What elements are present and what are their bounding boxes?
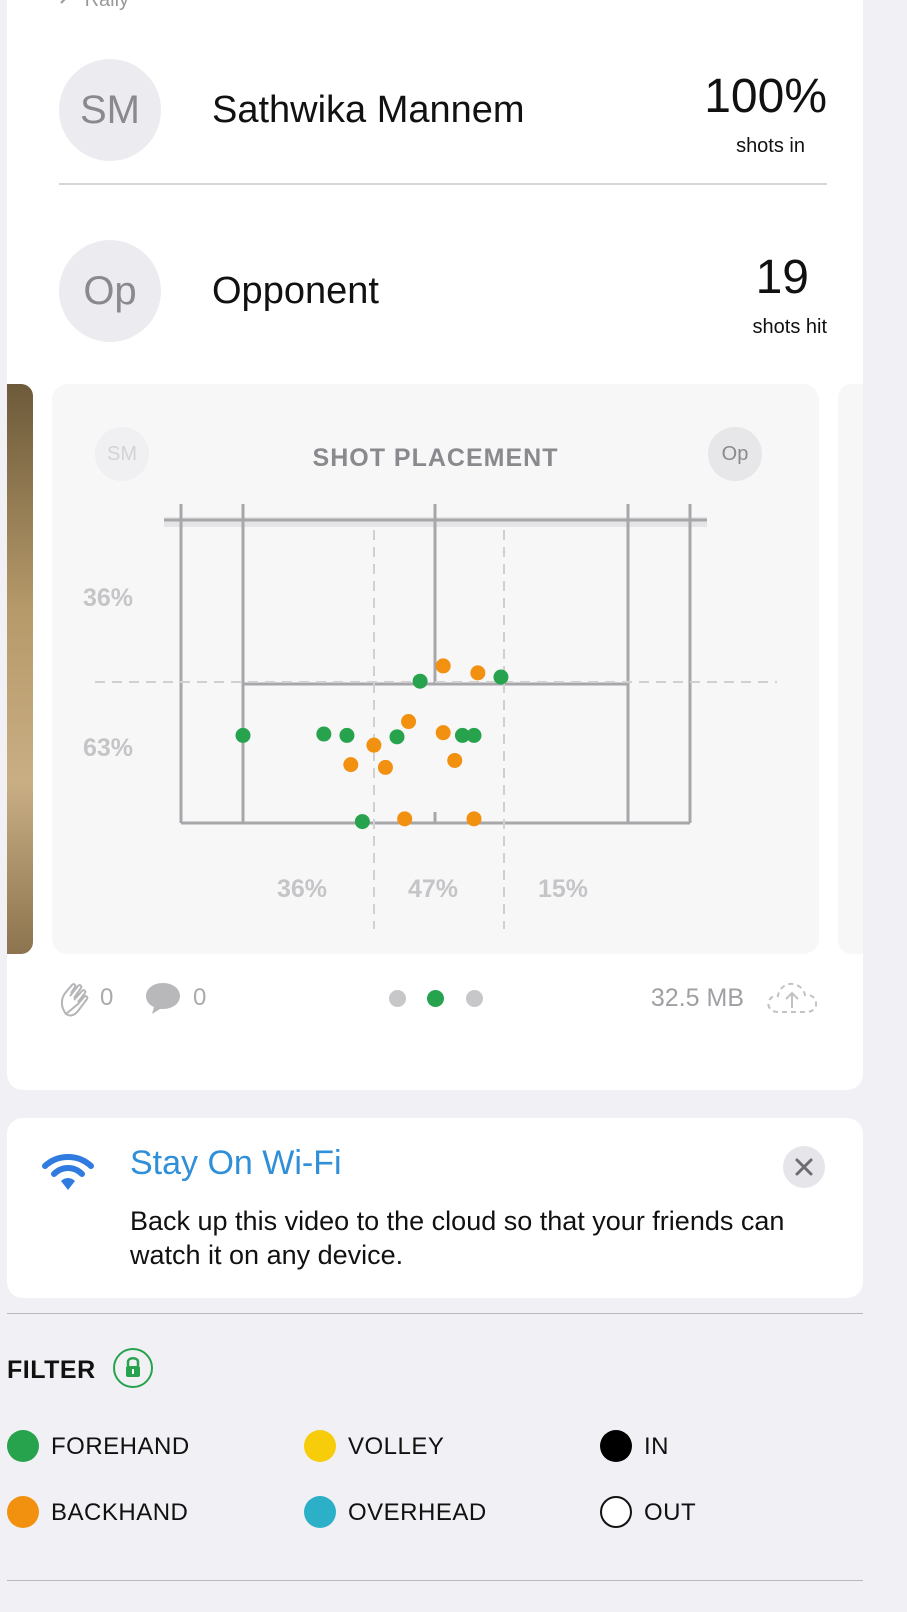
rally-label: Rally [59, 0, 129, 12]
shot-point-forehand [354, 814, 370, 830]
shot-point-backhand [466, 811, 482, 827]
video-thumbnail-peek[interactable] [7, 384, 33, 954]
shot-point-forehand [412, 673, 428, 689]
filter-label: OUT [644, 1499, 697, 1526]
clap-icon[interactable] [58, 980, 92, 1023]
player-stat-value: 19 [755, 251, 809, 304]
comment-icon[interactable] [144, 980, 182, 1021]
next-page-peek[interactable] [838, 384, 863, 954]
court-diagram [95, 504, 777, 929]
cloud-upload-icon[interactable] [764, 978, 820, 1023]
right-percentage: 15% [538, 875, 589, 903]
left-percentage: 36% [277, 875, 328, 903]
overhead-swatch [304, 1496, 336, 1528]
filter-label: FOREHAND [51, 1433, 190, 1460]
lock-icon[interactable] [113, 1348, 153, 1388]
shot-point-backhand [401, 714, 417, 730]
shot-point-forehand [493, 669, 509, 685]
page-dot[interactable] [389, 990, 406, 1007]
player-stat-value: 100% [704, 70, 827, 123]
shot-point-backhand [377, 759, 393, 775]
deep-percentage: 36% [83, 584, 134, 612]
clap-count: 0 [100, 984, 114, 1011]
player-stat-label: shots in [736, 135, 805, 157]
divider [7, 1313, 863, 1314]
rally-label-text: Rally [84, 0, 130, 11]
comment-count: 0 [193, 984, 207, 1011]
close-icon [795, 1158, 813, 1176]
shot-point-forehand [316, 726, 332, 742]
wifi-icon [41, 1152, 95, 1197]
shot-point-backhand [366, 737, 382, 753]
filter-label: VOLLEY [348, 1433, 445, 1460]
shot-point-forehand [235, 727, 251, 743]
shot-point-backhand [397, 811, 413, 827]
backhand-swatch [7, 1496, 39, 1528]
shot-point-backhand [435, 725, 451, 741]
shot-point-backhand [435, 658, 451, 674]
player-stat-label: shots hit [752, 316, 827, 338]
player-name: Opponent [212, 270, 379, 312]
wifi-card-body: Back up this video to the cloud so that … [130, 1206, 785, 1270]
page-dot-active[interactable] [427, 990, 444, 1007]
close-button[interactable] [783, 1146, 825, 1188]
volley-swatch [304, 1430, 336, 1462]
filter-label: OVERHEAD [348, 1499, 487, 1526]
stay-on-wifi-card: Stay On Wi-Fi Back up this video to the … [7, 1118, 863, 1298]
wifi-card-title: Stay On Wi-Fi [130, 1144, 342, 1182]
shot-point-backhand [343, 757, 359, 773]
card-footer: 0 0 32.5 MB [52, 978, 820, 1018]
racket-icon [59, 0, 79, 12]
shot-placement-card[interactable]: SM Op SHOT PLACEMENT 36% 63% 36% 47% 15% [52, 384, 819, 954]
filter-label: IN [644, 1433, 669, 1460]
filter-label: BACKHAND [51, 1499, 189, 1526]
avatar[interactable]: Op [59, 240, 161, 342]
shot-point-forehand [389, 729, 405, 745]
shot-point-forehand [466, 727, 482, 743]
shot-point-forehand [339, 727, 355, 743]
short-percentage: 63% [83, 734, 134, 762]
center-percentage: 47% [408, 875, 459, 903]
player-name: Sathwika Mannem [212, 89, 525, 131]
page-dot[interactable] [466, 990, 483, 1007]
file-size: 32.5 MB [650, 984, 744, 1012]
divider [7, 1580, 863, 1581]
avatar[interactable]: SM [59, 59, 161, 161]
in-swatch [600, 1430, 632, 1462]
forehand-swatch [7, 1430, 39, 1462]
shot-point-backhand [447, 752, 463, 768]
shot-point-backhand [470, 665, 486, 681]
filter-title: FILTER [7, 1356, 96, 1384]
out-swatch [600, 1496, 632, 1528]
player-row-sm[interactable]: SM Sathwika Mannem 100% shots in [59, 59, 827, 163]
player-row-opponent[interactable]: Op Opponent 19 shots hit [59, 240, 827, 344]
divider [59, 183, 827, 185]
